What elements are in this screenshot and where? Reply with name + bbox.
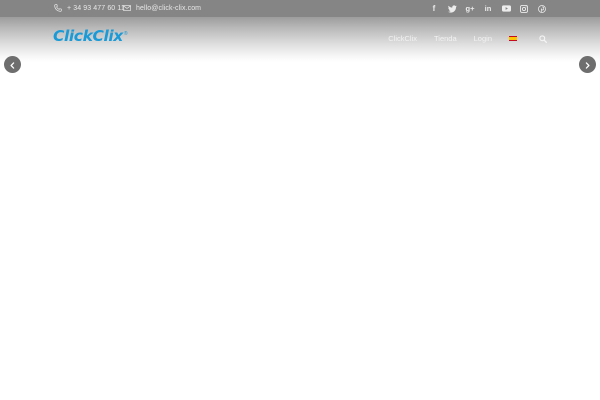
logo-text: ClickClix: [53, 27, 123, 45]
pinterest-icon[interactable]: [537, 4, 547, 14]
logo-registered-mark: ®: [123, 31, 128, 37]
email-contact[interactable]: hello@click-clix.com: [123, 2, 201, 14]
phone-icon: [54, 4, 62, 12]
search-icon[interactable]: [538, 34, 548, 44]
chevron-left-icon: [9, 56, 16, 74]
facebook-icon[interactable]: f: [429, 4, 439, 14]
slider-next-button[interactable]: [579, 56, 596, 73]
email-address: hello@click-clix.com: [136, 4, 202, 12]
main-navigation: ClickClix Tienda Login: [388, 32, 548, 45]
google-plus-icon[interactable]: g+: [465, 4, 475, 14]
twitter-icon[interactable]: [447, 4, 457, 14]
phone-contact[interactable]: + 34 93 477 60 11: [54, 2, 125, 14]
site-logo[interactable]: ClickClix ®: [53, 27, 128, 49]
envelope-icon: [123, 5, 131, 11]
linkedin-icon[interactable]: in: [483, 4, 493, 14]
nav-item-clickclix[interactable]: ClickClix: [388, 34, 417, 43]
top-bar: + 34 93 477 60 11 hello@click-clix.com f…: [0, 0, 600, 17]
instagram-icon[interactable]: [519, 4, 529, 14]
nav-item-login[interactable]: Login: [474, 34, 492, 43]
youtube-icon[interactable]: [501, 4, 511, 14]
phone-number: + 34 93 477 60 11: [67, 4, 125, 12]
chevron-right-icon: [584, 56, 591, 74]
nav-item-tienda[interactable]: Tienda: [434, 34, 457, 43]
social-links: f g+ in: [429, 3, 547, 14]
slider-prev-button[interactable]: [4, 56, 21, 73]
spain-flag-icon[interactable]: [509, 36, 517, 41]
page: + 34 93 477 60 11 hello@click-clix.com f…: [0, 0, 600, 400]
